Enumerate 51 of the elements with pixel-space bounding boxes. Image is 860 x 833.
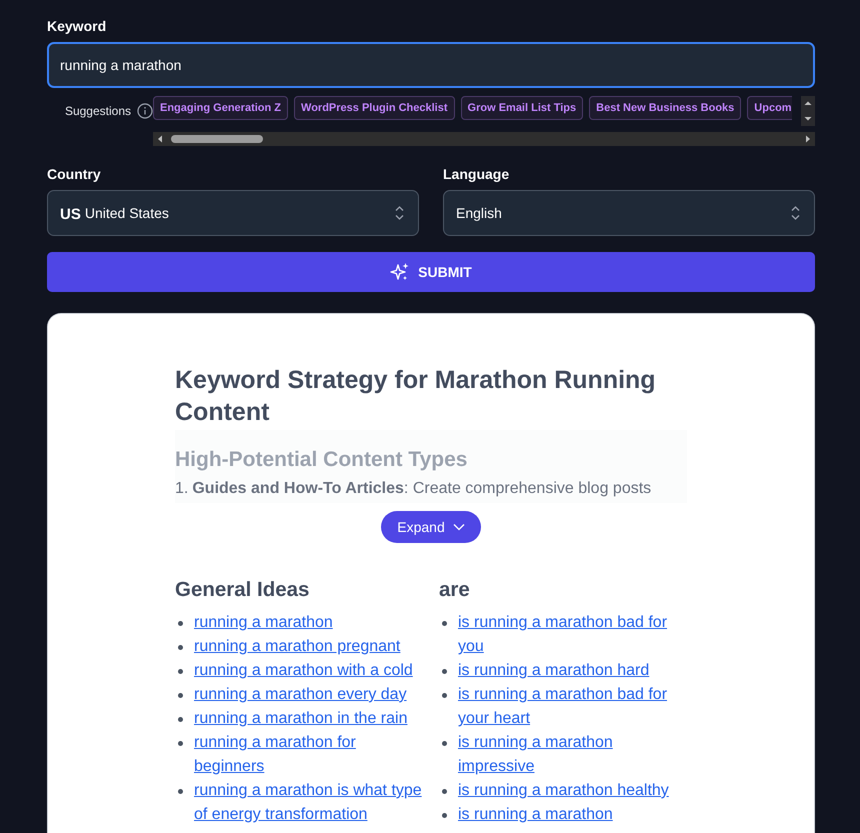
field-label: Country xyxy=(47,166,102,182)
expand-button[interactable]: Expand xyxy=(381,511,481,543)
field-label: Keyword xyxy=(47,18,108,34)
keyword-link[interactable]: running a marathon pregnant xyxy=(194,635,427,659)
suggestion-chip[interactable]: Grow Email List Tips xyxy=(460,96,584,120)
list-bullet xyxy=(178,669,183,674)
list-bullet xyxy=(178,741,183,746)
submit-button[interactable]: SUBMIT xyxy=(47,252,815,292)
section-heading: High-Potential Content Types xyxy=(175,448,468,472)
country-select[interactable]: US United States xyxy=(47,190,419,236)
list-number: 1. xyxy=(175,480,188,498)
suggestion-chip[interactable]: Best New Business Books xyxy=(589,96,742,120)
list-bullet xyxy=(178,693,183,698)
keyword-link[interactable]: running a marathon is what type of energy transformation xyxy=(194,779,427,827)
list-bullet xyxy=(178,645,183,650)
group-heading: are xyxy=(439,577,471,603)
list-bullet xyxy=(178,789,183,794)
list-bullet xyxy=(442,789,447,794)
result-title: Keyword Strategy for Marathon Running Content xyxy=(175,365,657,428)
chevron-up-down-icon xyxy=(393,205,406,221)
suggestion-chip[interactable]: Upcom xyxy=(747,96,792,120)
list-bullet xyxy=(442,693,447,698)
select-value: United States xyxy=(84,205,170,221)
keyword-link[interactable]: running a marathon every day xyxy=(194,683,427,707)
list-bullet xyxy=(442,621,447,626)
list-bullet xyxy=(442,813,447,818)
language-select[interactable]: English xyxy=(443,190,815,236)
suggestion-chip[interactable]: Engaging Generation Z xyxy=(153,96,288,120)
keyword-link[interactable]: is running a marathon xyxy=(458,803,687,827)
select-value: English xyxy=(456,205,503,221)
suggestion-chip[interactable]: WordPress Plugin Checklist xyxy=(294,96,455,120)
list-bullet xyxy=(178,621,183,626)
info-icon xyxy=(137,103,153,119)
field-label: Language xyxy=(443,166,510,182)
group-heading: General Ideas xyxy=(175,577,310,603)
chevron-down-icon xyxy=(452,523,465,531)
keyword-link[interactable]: is running a marathon hard xyxy=(458,659,687,683)
keyword-link[interactable]: running a marathon xyxy=(194,611,427,635)
country-code: US xyxy=(60,206,81,223)
keyword-link[interactable]: running a marathon with a cold xyxy=(194,659,427,683)
list-bullet xyxy=(178,717,183,722)
keyword-link[interactable]: is running a marathon healthy xyxy=(458,779,687,803)
keyword-field[interactable]: running a marathon xyxy=(47,42,815,88)
suggestions-label: Suggestions xyxy=(64,104,131,118)
keyword-link[interactable]: running a marathon in the rain xyxy=(194,707,427,731)
list-bullet xyxy=(442,741,447,746)
sparkles-icon xyxy=(390,262,410,282)
list-text: Guides and How-To Articles: Create comprehensive blog posts xyxy=(192,480,652,498)
vertical-scrollbar xyxy=(801,96,815,126)
chevron-up-down-icon xyxy=(789,205,802,221)
list-bullet xyxy=(442,669,447,674)
